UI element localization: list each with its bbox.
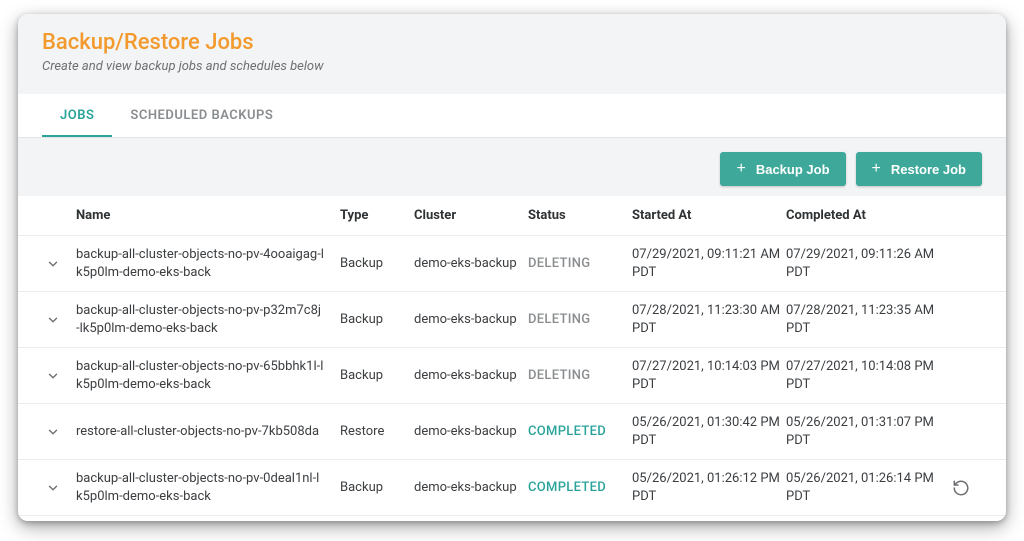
restore-job-button[interactable]: + Restore Job bbox=[856, 152, 982, 186]
cell-cluster: demo-eks-backup bbox=[414, 311, 524, 329]
cell-started-at: 05/26/2021, 01:26:12 PM PDT bbox=[632, 470, 782, 505]
cell-name: restore-all-cluster-objects-no-pv-7kb508… bbox=[76, 423, 336, 441]
plus-icon: + bbox=[736, 161, 745, 177]
tab-scheduled-backups[interactable]: SCHEDULED BACKUPS bbox=[112, 94, 291, 137]
col-type: Type bbox=[340, 208, 410, 223]
cell-cluster: demo-eks-backup bbox=[414, 367, 524, 385]
cell-started-at: 05/26/2021, 01:30:42 PM PDT bbox=[632, 414, 782, 449]
expand-row-toggle[interactable] bbox=[28, 369, 72, 383]
chevron-down-icon bbox=[46, 369, 60, 383]
cell-started-at: 07/29/2021, 09:11:21 AM PDT bbox=[632, 246, 782, 281]
plus-icon: + bbox=[872, 161, 881, 177]
cell-started-at: 07/28/2021, 11:23:30 AM PDT bbox=[632, 302, 782, 337]
page-header: Backup/Restore Jobs Create and view back… bbox=[18, 14, 1006, 94]
restore-action-button[interactable] bbox=[940, 479, 982, 497]
cell-type: Backup bbox=[340, 256, 410, 271]
expand-row-toggle[interactable] bbox=[28, 481, 72, 495]
table-row: restore-all-cluster-objects-no-pv-7kb508… bbox=[18, 404, 1006, 460]
chevron-down-icon bbox=[46, 425, 60, 439]
cell-cluster: demo-eks-backup bbox=[414, 255, 524, 273]
cell-status: DELETING bbox=[528, 368, 628, 383]
col-started: Started At bbox=[632, 208, 782, 223]
cell-name: backup-all-cluster-objects-no-pv-p32m7c8… bbox=[76, 302, 336, 337]
cell-cluster: demo-eks-backup bbox=[414, 479, 524, 497]
backup-job-button[interactable]: + Backup Job bbox=[720, 152, 845, 186]
cell-completed-at: 05/26/2021, 01:31:07 PM PDT bbox=[786, 414, 936, 449]
main-panel: Backup/Restore Jobs Create and view back… bbox=[18, 14, 1006, 521]
table-header-row: Name Type Cluster Status Started At Comp… bbox=[18, 196, 1006, 236]
expand-row-toggle[interactable] bbox=[28, 257, 72, 271]
cell-completed-at: 07/29/2021, 09:11:26 AM PDT bbox=[786, 246, 936, 281]
cell-completed-at: 07/27/2021, 10:14:08 PM PDT bbox=[786, 358, 936, 393]
cell-name: backup-all-cluster-objects-no-pv-4ooaiga… bbox=[76, 246, 336, 281]
table-row: backup-all-cluster-objects-no-pv-p32m7c8… bbox=[18, 292, 1006, 348]
toolbar: + Backup Job + Restore Job bbox=[18, 138, 1006, 196]
cell-type: Backup bbox=[340, 312, 410, 327]
cell-type: Restore bbox=[340, 424, 410, 439]
cell-cluster: demo-eks-backup bbox=[414, 423, 524, 441]
chevron-down-icon bbox=[46, 313, 60, 327]
table-row: backup-all-cluster-objects-no-pv-0deal1n… bbox=[18, 460, 1006, 516]
cell-completed-at: 07/28/2021, 11:23:35 AM PDT bbox=[786, 302, 936, 337]
jobs-table: Name Type Cluster Status Started At Comp… bbox=[18, 196, 1006, 521]
col-status: Status bbox=[528, 208, 628, 223]
col-cluster: Cluster bbox=[414, 208, 524, 223]
expand-row-toggle[interactable] bbox=[28, 425, 72, 439]
col-name: Name bbox=[76, 208, 336, 223]
table-row: backup-all-cluster-objects-no-pv-4ooaiga… bbox=[18, 236, 1006, 292]
table-row: backup-all-cluster-objects-no-pv-eb38hg3… bbox=[18, 516, 1006, 521]
cell-started-at: 07/27/2021, 10:14:03 PM PDT bbox=[632, 358, 782, 393]
tab-bar: JOBS SCHEDULED BACKUPS bbox=[18, 94, 1006, 138]
cell-name: backup-all-cluster-objects-no-pv-65bbhk1… bbox=[76, 358, 336, 393]
tab-jobs[interactable]: JOBS bbox=[42, 94, 112, 137]
chevron-down-icon bbox=[46, 257, 60, 271]
page-subtitle: Create and view backup jobs and schedule… bbox=[42, 59, 982, 74]
cell-type: Backup bbox=[340, 368, 410, 383]
cell-type: Backup bbox=[340, 480, 410, 495]
cell-status: COMPLETED bbox=[528, 424, 628, 439]
page-title: Backup/Restore Jobs bbox=[42, 30, 982, 55]
col-completed: Completed At bbox=[786, 208, 936, 223]
cell-status: COMPLETED bbox=[528, 480, 628, 495]
cell-completed-at: 05/26/2021, 01:26:14 PM PDT bbox=[786, 470, 936, 505]
cell-status: DELETING bbox=[528, 256, 628, 271]
chevron-down-icon bbox=[46, 481, 60, 495]
cell-name: backup-all-cluster-objects-no-pv-0deal1n… bbox=[76, 470, 336, 505]
backup-job-button-label: Backup Job bbox=[756, 162, 830, 177]
expand-row-toggle[interactable] bbox=[28, 313, 72, 327]
restore-icon bbox=[952, 479, 970, 497]
restore-job-button-label: Restore Job bbox=[891, 162, 966, 177]
cell-status: DELETING bbox=[528, 312, 628, 327]
table-row: backup-all-cluster-objects-no-pv-65bbhk1… bbox=[18, 348, 1006, 404]
